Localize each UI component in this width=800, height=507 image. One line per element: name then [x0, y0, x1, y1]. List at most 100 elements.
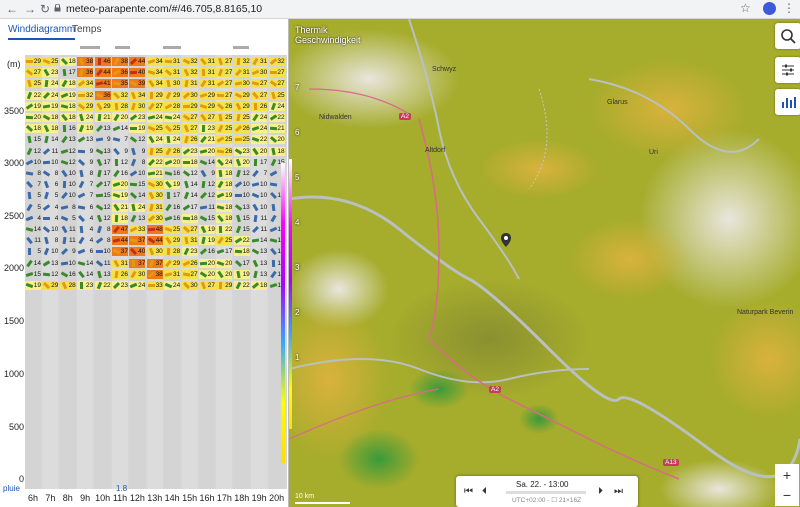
- wind-arrow-icon: [164, 215, 173, 221]
- wind-arrow-icon: [269, 192, 277, 200]
- wind-cell: 10: [25, 158, 41, 167]
- wind-arrow-icon: [182, 104, 190, 109]
- wind-cell: 31: [164, 57, 181, 66]
- wind-cell: 15: [234, 214, 250, 223]
- wind-cell: 4: [77, 225, 93, 234]
- wind-cell: 5: [60, 214, 76, 223]
- wind-arrow-icon: [236, 270, 241, 279]
- wind-cell: 25: [164, 225, 181, 234]
- wind-speed: 8: [89, 170, 94, 177]
- wind-arrow-icon: [269, 126, 277, 131]
- wind-cell: 19: [216, 191, 233, 201]
- address-bar[interactable]: meteo-parapente.com/#/46.705,8.8165,10: [66, 2, 262, 16]
- wind-arrow-icon: [164, 272, 173, 277]
- wind-cell: 18: [59, 79, 76, 89]
- wind-speed: 19: [207, 226, 215, 233]
- wind-arrow-icon: [130, 248, 138, 256]
- wind-speed: 14: [190, 181, 198, 189]
- reload-icon[interactable]: ↻: [40, 2, 50, 16]
- search-icon: [781, 29, 796, 44]
- wind-cell: 24: [42, 79, 59, 89]
- wind-arrow-icon: [251, 193, 260, 199]
- location-pin-icon[interactable]: [501, 233, 511, 247]
- wind-cell: 7: [251, 169, 267, 178]
- rain-value: 1.8: [116, 484, 128, 493]
- wind-arrow-icon: [218, 57, 224, 66]
- wind-arrow-icon: [60, 261, 68, 266]
- star-icon[interactable]: ☆: [740, 1, 751, 15]
- wind-arrow-icon: [43, 272, 51, 277]
- menu-icon[interactable]: ⋮: [783, 1, 795, 15]
- wind-speed: 32: [120, 91, 128, 99]
- time-slider[interactable]: [506, 491, 586, 494]
- wind-cell: 30: [129, 101, 146, 111]
- wind-speed: 8: [54, 170, 59, 177]
- wind-speed: 25: [155, 125, 163, 133]
- wind-cell: 34: [129, 90, 146, 100]
- wind-speed: 11: [260, 226, 268, 233]
- wind-speed: 27: [225, 69, 233, 77]
- altitude-tick: 2500: [3, 211, 24, 221]
- wind-speed: 38: [155, 270, 163, 278]
- wind-cell: 4: [42, 214, 58, 223]
- wind-arrow-icon: [131, 91, 137, 99]
- wind-arrow-icon: [217, 158, 225, 166]
- wind-speed: 6: [54, 181, 59, 189]
- wind-arrow-icon: [96, 281, 102, 290]
- wind-arrow-icon: [270, 91, 276, 99]
- map-terrain[interactable]: [289, 19, 800, 507]
- wind-speed: 19: [68, 91, 76, 99]
- wind-cell: 5: [42, 191, 58, 200]
- step-forward-icon[interactable]: ⏵: [598, 486, 603, 497]
- wind-speed: 12: [33, 147, 41, 155]
- search-button[interactable]: [775, 23, 800, 49]
- wind-speed: 18: [33, 125, 41, 133]
- wind-speed: 20: [207, 259, 215, 267]
- wind-speed: 24: [172, 114, 181, 121]
- wind-cell: 22: [233, 281, 250, 290]
- wind-arrow-icon: [183, 68, 189, 77]
- wind-speed: 18: [190, 158, 198, 166]
- chart-button[interactable]: [775, 89, 800, 115]
- wind-cell: 22: [251, 135, 268, 145]
- arrow-right-icon[interactable]: →: [24, 2, 36, 16]
- wind-arrow-icon: [130, 58, 138, 65]
- wind-cell: 14: [77, 259, 93, 268]
- wind-arrow-icon: [200, 169, 207, 178]
- zoom-in-button[interactable]: +: [775, 464, 799, 486]
- wind-arrow-icon: [217, 193, 225, 199]
- wind-speed: 13: [85, 136, 94, 144]
- wind-arrow-icon: [114, 270, 119, 278]
- step-back-icon[interactable]: ⏴: [482, 486, 487, 497]
- wind-arrow-icon: [130, 136, 138, 144]
- wind-speed: 26: [225, 102, 233, 110]
- map[interactable]: Thermik Geschwindigkeit 7 6 5 4 3 2 1 Nidwalde…: [289, 19, 800, 507]
- wind-cell: 18: [181, 213, 198, 223]
- wind-speed: 8: [72, 203, 76, 211]
- arrow-left-icon[interactable]: ←: [6, 2, 18, 16]
- wind-cell: 8: [95, 236, 111, 245]
- wind-cell: 7: [77, 191, 93, 200]
- wind-speed: 16: [172, 203, 181, 211]
- wind-cell: 32: [181, 57, 198, 66]
- tab-winddiagramm[interactable]: Winddiagramm: [8, 24, 76, 40]
- wind-cell: 20: [25, 113, 41, 122]
- wind-speed: 9: [72, 248, 76, 256]
- avatar[interactable]: [763, 2, 776, 15]
- wind-cell: 18: [216, 202, 233, 212]
- zoom-out-button[interactable]: −: [775, 484, 799, 506]
- wind-grid: 29 27 25 22 19 20 18 15 12 10 8 7 5 5 4 14 11 5 14 15 19 25 23…: [25, 55, 287, 489]
- wind-speed: 37: [155, 259, 163, 267]
- wind-speed: 17: [190, 203, 198, 211]
- tab-temps[interactable]: Temps: [72, 24, 101, 36]
- wind-cell: 16: [60, 124, 76, 133]
- settings-button[interactable]: [775, 57, 800, 83]
- skip-back-icon[interactable]: ⏮: [464, 486, 473, 497]
- wind-cell: 10: [42, 247, 58, 256]
- wind-cell: 19: [233, 269, 250, 279]
- wind-speed: 28: [120, 102, 128, 110]
- wind-arrow-icon: [112, 81, 121, 86]
- skip-forward-icon[interactable]: ⏭: [614, 486, 623, 497]
- wind-cell: 4: [42, 203, 58, 212]
- wind-arrow-icon: [131, 147, 137, 155]
